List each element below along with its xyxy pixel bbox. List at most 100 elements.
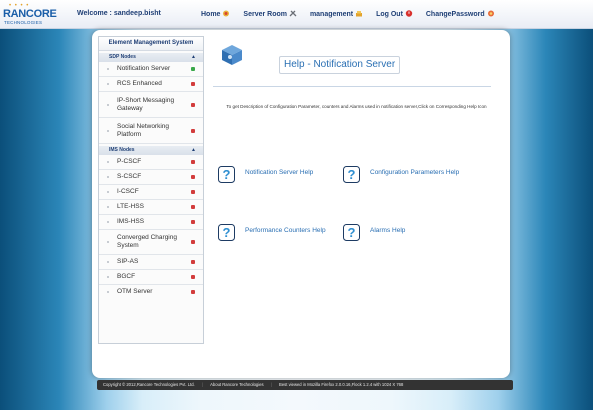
nav-change-password-label[interactable]: ChangePassword bbox=[426, 11, 485, 18]
help-description: To get Description of Configuration Para… bbox=[226, 104, 487, 109]
nav-home-label[interactable]: Home bbox=[201, 11, 220, 18]
bullet-icon bbox=[107, 129, 109, 132]
status-offline-icon bbox=[191, 240, 195, 244]
sidebar-item-label: S-CSCF bbox=[117, 173, 142, 180]
top-bar: • • • • RANCORE TECHNOLOGIES Welcome : s… bbox=[0, 0, 593, 29]
sidebar-item-sip-as[interactable]: SIP-AS bbox=[99, 255, 203, 270]
home-icon bbox=[223, 10, 230, 17]
svg-text:?: ? bbox=[348, 225, 356, 240]
help-icon[interactable]: ? bbox=[218, 224, 235, 241]
nav-home[interactable]: Home bbox=[201, 10, 230, 18]
help-link-label[interactable]: Alarms Help bbox=[370, 227, 405, 234]
nav-logout-label[interactable]: Log Out bbox=[376, 11, 403, 18]
help-icon[interactable]: ? bbox=[343, 224, 360, 241]
svg-text:?: ? bbox=[348, 167, 356, 182]
page-title: Help - Notification Server bbox=[279, 56, 401, 74]
password-icon bbox=[487, 10, 494, 17]
footer-copyright: Copyright © 2012,Rancore Technologies Pv… bbox=[103, 382, 195, 387]
help-link-label[interactable]: Notification Server Help bbox=[245, 169, 313, 176]
sidebar-group-label: IMS Nodes bbox=[109, 147, 135, 153]
nav-server-room-label[interactable]: Server Room bbox=[243, 11, 287, 18]
help-link-label[interactable]: Performance Counters Help bbox=[245, 227, 326, 234]
cube-icon bbox=[222, 45, 242, 65]
footer-about-link[interactable]: About Rancore Technologies bbox=[210, 380, 263, 390]
tools-icon bbox=[289, 10, 297, 17]
svg-text:?: ? bbox=[223, 167, 231, 182]
title-divider bbox=[213, 86, 491, 87]
sidebar-title: Element Management System bbox=[99, 37, 203, 51]
sidebar-item-rcs-enhanced[interactable]: RCS Enhanced bbox=[99, 77, 203, 92]
bullet-icon bbox=[107, 206, 109, 208]
bullet-icon bbox=[107, 221, 109, 223]
nav-management-label[interactable]: management bbox=[310, 11, 353, 18]
content-area: Help - Notification Server To get Descri… bbox=[210, 36, 504, 342]
status-offline-icon bbox=[191, 205, 195, 209]
footer: Copyright © 2012,Rancore Technologies Pv… bbox=[97, 380, 513, 390]
help-icon[interactable]: ? bbox=[218, 166, 235, 183]
sidebar-item-label: Social Networking Platform bbox=[117, 122, 170, 138]
bullet-icon bbox=[107, 68, 109, 70]
sidebar-item-s-cscf[interactable]: S-CSCF bbox=[99, 170, 203, 185]
rancore-logo[interactable]: • • • • RANCORE TECHNOLOGIES bbox=[3, 3, 63, 27]
sidebar-item-label: SIP-AS bbox=[117, 258, 139, 265]
footer-separator: | bbox=[201, 382, 203, 387]
logo-subtitle: TECHNOLOGIES bbox=[4, 20, 43, 25]
sidebar-item-label: LTE-HSS bbox=[117, 203, 144, 210]
bullet-icon bbox=[107, 276, 109, 278]
svg-text:?: ? bbox=[223, 225, 231, 240]
collapse-up-icon[interactable]: ▲ bbox=[191, 53, 196, 62]
sidebar-item-label: BGCF bbox=[117, 273, 136, 280]
nav-management[interactable]: management bbox=[310, 10, 363, 18]
sidebar-item-label: P-CSCF bbox=[117, 158, 142, 165]
sidebar-group-ims[interactable]: IMS Nodes ▲ bbox=[99, 146, 203, 155]
sidebar-item-ip-sm-gateway[interactable]: IP-Short Messaging Gateway bbox=[99, 92, 203, 118]
top-nav: Home Server Room management Log Out Chan… bbox=[201, 10, 506, 18]
bullet-icon bbox=[107, 83, 109, 85]
bullet-icon bbox=[107, 103, 109, 106]
status-offline-icon bbox=[191, 220, 195, 224]
logout-icon bbox=[405, 10, 413, 17]
help-link-label[interactable]: Configuration Parameters Help bbox=[370, 169, 459, 176]
sidebar-item-otm-server[interactable]: OTM Server bbox=[99, 285, 203, 299]
sidebar-item-notification-server[interactable]: Notification Server bbox=[99, 62, 203, 77]
welcome-text: Welcome : sandeep.bisht bbox=[77, 10, 161, 17]
sidebar-item-label: Notification Server bbox=[117, 65, 171, 72]
footer-separator: | bbox=[270, 382, 272, 387]
status-offline-icon bbox=[191, 175, 195, 179]
sidebar-item-label: OTM Server bbox=[117, 288, 153, 295]
main-panel: Element Management System SDP Nodes ▲ No… bbox=[92, 30, 510, 378]
bullet-icon bbox=[107, 161, 109, 163]
status-offline-icon bbox=[191, 190, 195, 194]
sidebar-item-label: I-CSCF bbox=[117, 188, 139, 195]
sidebar-item-label: IMS-HSS bbox=[117, 218, 145, 225]
sidebar-item-social-networking[interactable]: Social Networking Platform bbox=[99, 118, 203, 144]
sidebar-group-label: SDP Nodes bbox=[109, 54, 136, 60]
nav-server-room[interactable]: Server Room bbox=[243, 10, 297, 18]
nav-logout[interactable]: Log Out bbox=[376, 10, 413, 18]
sidebar-item-bgcf[interactable]: BGCF bbox=[99, 270, 203, 285]
sidebar-item-lte-hss[interactable]: LTE-HSS bbox=[99, 200, 203, 215]
bullet-icon bbox=[107, 291, 109, 293]
help-icon[interactable]: ? bbox=[343, 166, 360, 183]
collapse-up-icon[interactable]: ▲ bbox=[191, 146, 196, 155]
bullet-icon bbox=[107, 261, 109, 263]
sidebar-item-label: Converged Charging System bbox=[117, 234, 177, 249]
status-offline-icon bbox=[191, 260, 195, 264]
sidebar-item-i-cscf[interactable]: I-CSCF bbox=[99, 185, 203, 200]
sidebar-item-ims-hss[interactable]: IMS-HSS bbox=[99, 215, 203, 230]
status-offline-icon bbox=[191, 102, 195, 107]
bullet-icon bbox=[107, 191, 109, 193]
sidebar-item-converged-charging[interactable]: Converged Charging System bbox=[99, 230, 203, 255]
status-offline-icon bbox=[191, 290, 195, 294]
management-icon bbox=[356, 11, 363, 17]
logo-name: RANCORE bbox=[3, 8, 57, 20]
footer-browser-note: Best viewed in Mozilla Firefox 2.0.0.16,… bbox=[279, 382, 404, 387]
status-offline-icon bbox=[191, 82, 195, 86]
nav-change-password[interactable]: ChangePassword bbox=[426, 10, 495, 18]
bullet-icon bbox=[107, 241, 109, 243]
sidebar-item-label: RCS Enhanced bbox=[117, 80, 162, 87]
sidebar: Element Management System SDP Nodes ▲ No… bbox=[98, 36, 204, 344]
sidebar-group-sdp[interactable]: SDP Nodes ▲ bbox=[99, 53, 203, 62]
sidebar-item-p-cscf[interactable]: P-CSCF bbox=[99, 155, 203, 170]
bullet-icon bbox=[107, 176, 109, 178]
